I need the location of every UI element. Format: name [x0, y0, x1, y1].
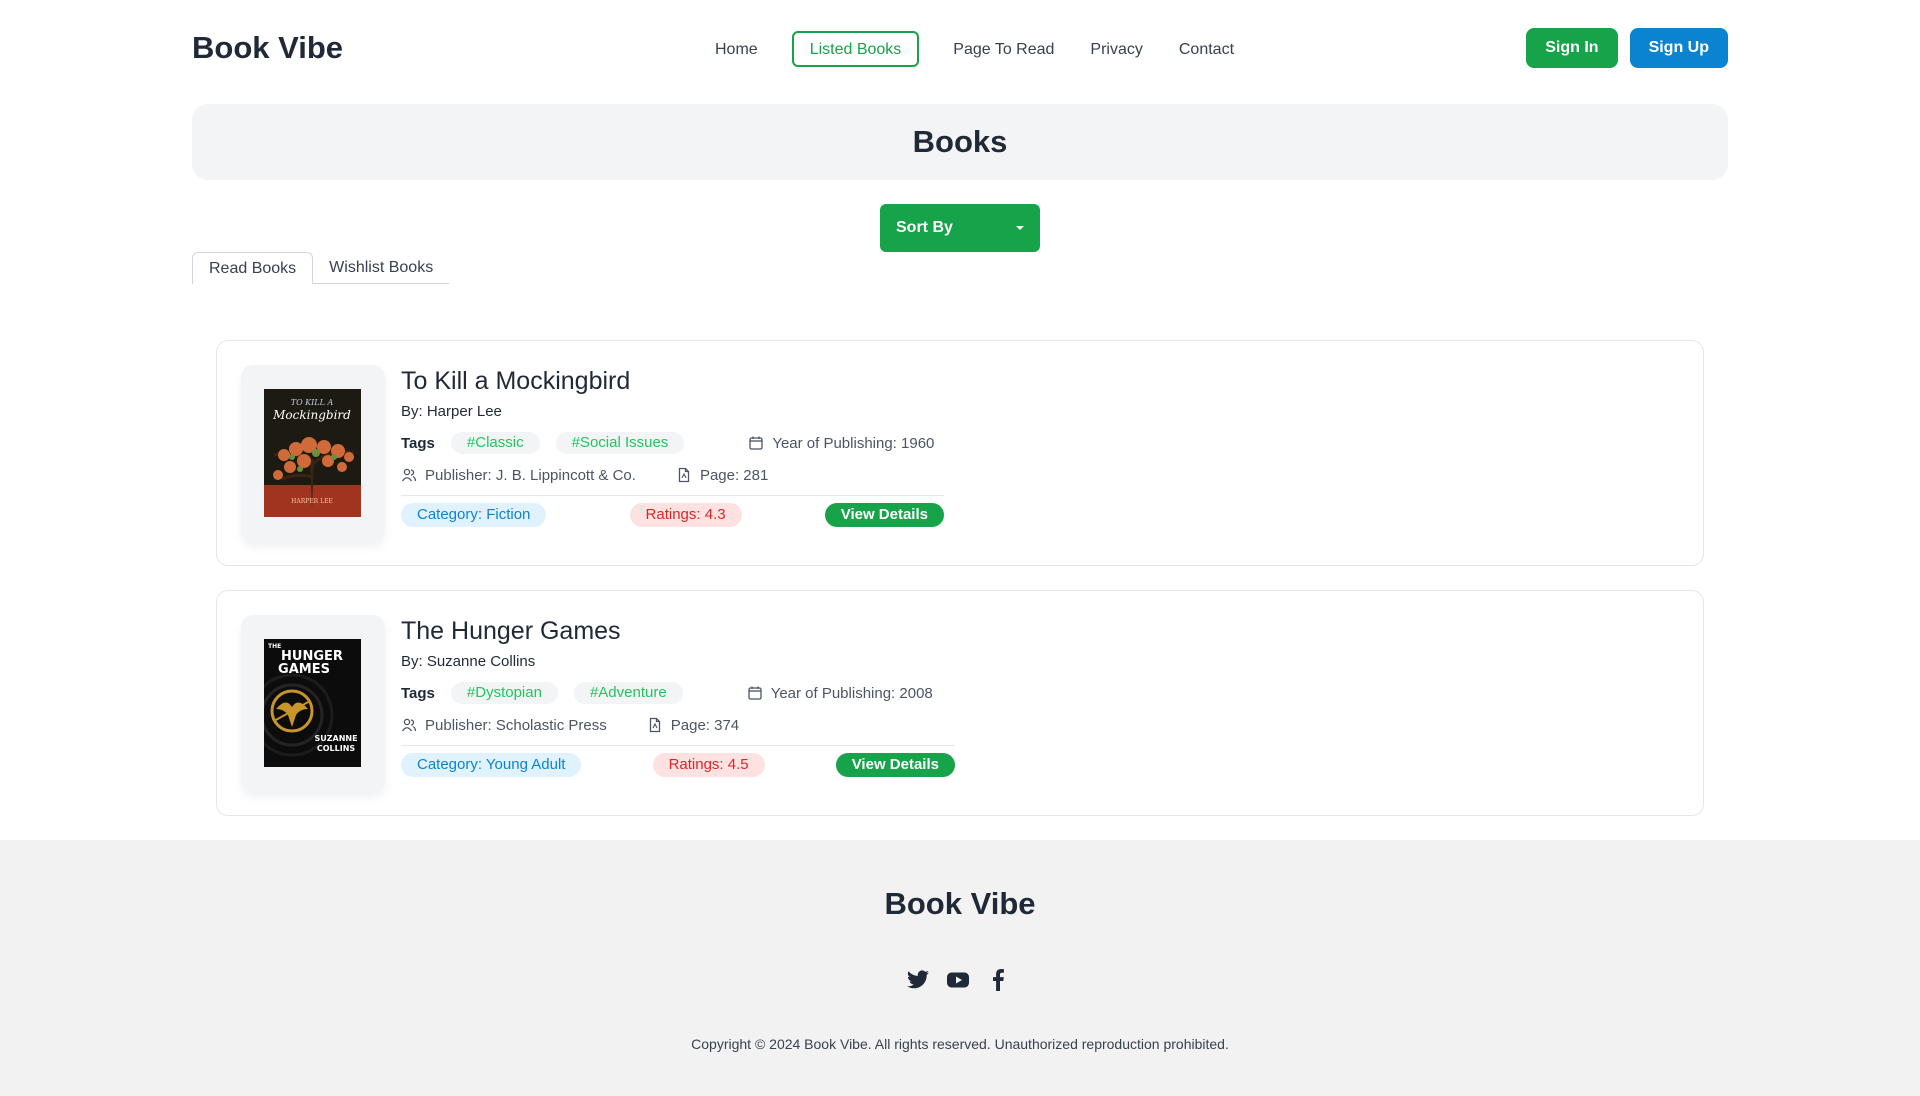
footer-brand: Book Vibe: [884, 886, 1036, 921]
navbar: Book Vibe Home Listed Books Page To Read…: [192, 28, 1728, 72]
sort-by-dropdown[interactable]: Sort By: [880, 204, 1040, 252]
users-icon: [401, 468, 417, 482]
calendar-icon: [749, 436, 763, 450]
cover-text-5: COLLINS: [317, 744, 356, 753]
book-title[interactable]: To Kill a Mockingbird: [401, 365, 944, 397]
book-cover-frame: TO KILL A Mockingbird HARPER LEE: [241, 365, 385, 541]
tab-wishlist-books[interactable]: Wishlist Books: [313, 252, 450, 284]
book-info: To Kill a Mockingbird By: Harper Lee Tag…: [401, 365, 944, 534]
tag-chip[interactable]: #Adventure: [573, 682, 683, 704]
users-icon: [401, 718, 417, 732]
tags-row: Tags #Classic #Social Issues Year of Pub…: [401, 427, 944, 459]
nav-privacy[interactable]: Privacy: [1072, 31, 1160, 67]
rating-badge: Ratings: 4.5: [652, 753, 765, 777]
publisher-meta: Publisher: Scholastic Press: [401, 717, 607, 734]
brand-logo[interactable]: Book Vibe: [192, 30, 343, 66]
publisher-row: Publisher: J. B. Lippincott & Co. Page: …: [401, 459, 944, 491]
facebook-icon[interactable]: [986, 968, 1010, 992]
publisher-name: Publisher: J. B. Lippincott & Co.: [425, 466, 636, 484]
tags-row: Tags #Dystopian #Adventure Year of Publi…: [401, 677, 955, 709]
sign-up-button[interactable]: Sign Up: [1629, 28, 1728, 68]
publisher-name: Publisher: Scholastic Press: [425, 716, 607, 734]
book-info: The Hunger Games By: Suzanne Collins Tag…: [401, 615, 955, 784]
category-badge: Category: Fiction: [401, 503, 547, 527]
book-card: TO KILL A Mockingbird HARPER LEE To Kill…: [216, 340, 1704, 566]
tag-chip[interactable]: #Social Issues: [555, 432, 685, 454]
card-actions: Category: Fiction Ratings: 4.3 View Deta…: [401, 496, 944, 534]
cover-text-2: Mockingbird: [272, 408, 351, 422]
page-count: Page: 281: [699, 466, 769, 484]
footer: Book Vibe Copyright © 2024 Book Vibe. Al…: [0, 840, 1920, 1096]
cover-text-3: GAMES: [278, 662, 330, 677]
publisher-row: Publisher: Scholastic Press Page: 374: [401, 709, 955, 741]
nav-home[interactable]: Home: [697, 31, 776, 67]
cover-text-3: HARPER LEE: [291, 498, 333, 505]
nav-listed-books[interactable]: Listed Books: [791, 31, 920, 67]
book-author: By: Harper Lee: [401, 403, 502, 420]
nav-links: Home Listed Books Page To Read Privacy C…: [697, 30, 1252, 68]
book-cover-image: TO KILL A Mockingbird HARPER LEE: [264, 389, 361, 517]
file-icon: [678, 467, 690, 483]
publisher-meta: Publisher: J. B. Lippincott & Co.: [401, 467, 636, 484]
book-cover-frame: THE HUNGER GAMES SUZANNE COLLINS: [241, 615, 385, 791]
book-cover-image: THE HUNGER GAMES SUZANNE COLLINS: [264, 639, 361, 767]
pages-meta: Page: 281: [676, 467, 768, 484]
tags-label: Tags: [401, 434, 435, 452]
page-title: Books: [192, 104, 1728, 180]
book-title[interactable]: The Hunger Games: [401, 615, 955, 647]
sort-by-label: Sort By: [896, 219, 953, 236]
pages-meta: Page: 374: [647, 717, 739, 734]
category-badge: Category: Young Adult: [401, 753, 582, 777]
year-of-publishing: Year of Publishing: 2008: [770, 684, 933, 702]
social-links: [906, 968, 1010, 992]
tags-label: Tags: [401, 684, 435, 702]
youtube-icon[interactable]: [946, 968, 970, 992]
nav-contact[interactable]: Contact: [1161, 31, 1252, 67]
nav-page-to-read[interactable]: Page To Read: [935, 31, 1072, 67]
tab-read-books[interactable]: Read Books: [192, 252, 314, 284]
card-actions: Category: Young Adult Ratings: 4.5 View …: [401, 746, 955, 784]
auth-buttons: Sign In Sign Up: [1526, 28, 1728, 68]
view-details-button[interactable]: View Details: [835, 753, 955, 777]
cover-text-4: SUZANNE: [314, 734, 357, 743]
sign-in-button[interactable]: Sign In: [1526, 28, 1618, 68]
year-meta: Year of Publishing: 1960: [748, 435, 934, 452]
tag-chip[interactable]: #Classic: [450, 432, 540, 454]
chevron-down-icon: [1016, 226, 1024, 230]
copyright-text: Copyright © 2024 Book Vibe. All rights r…: [691, 1036, 1229, 1052]
twitter-icon[interactable]: [906, 968, 930, 992]
tag-chip[interactable]: #Dystopian: [450, 682, 558, 704]
book-card: THE HUNGER GAMES SUZANNE COLLINS The Hun…: [216, 590, 1704, 816]
year-meta: Year of Publishing: 2008: [747, 685, 933, 702]
file-icon: [649, 717, 660, 733]
year-of-publishing: Year of Publishing: 1960: [772, 434, 935, 452]
book-author: By: Suzanne Collins: [401, 653, 536, 670]
rating-badge: Ratings: 4.3: [629, 503, 742, 527]
cover-text-1: TO KILL A: [291, 398, 334, 407]
cover-text-1: THE: [268, 643, 281, 650]
calendar-icon: [748, 686, 762, 700]
view-details-button[interactable]: View Details: [824, 503, 944, 527]
page-count: Page: 374: [670, 716, 740, 734]
book-tabs: Read Books Wishlist Books: [192, 252, 450, 284]
